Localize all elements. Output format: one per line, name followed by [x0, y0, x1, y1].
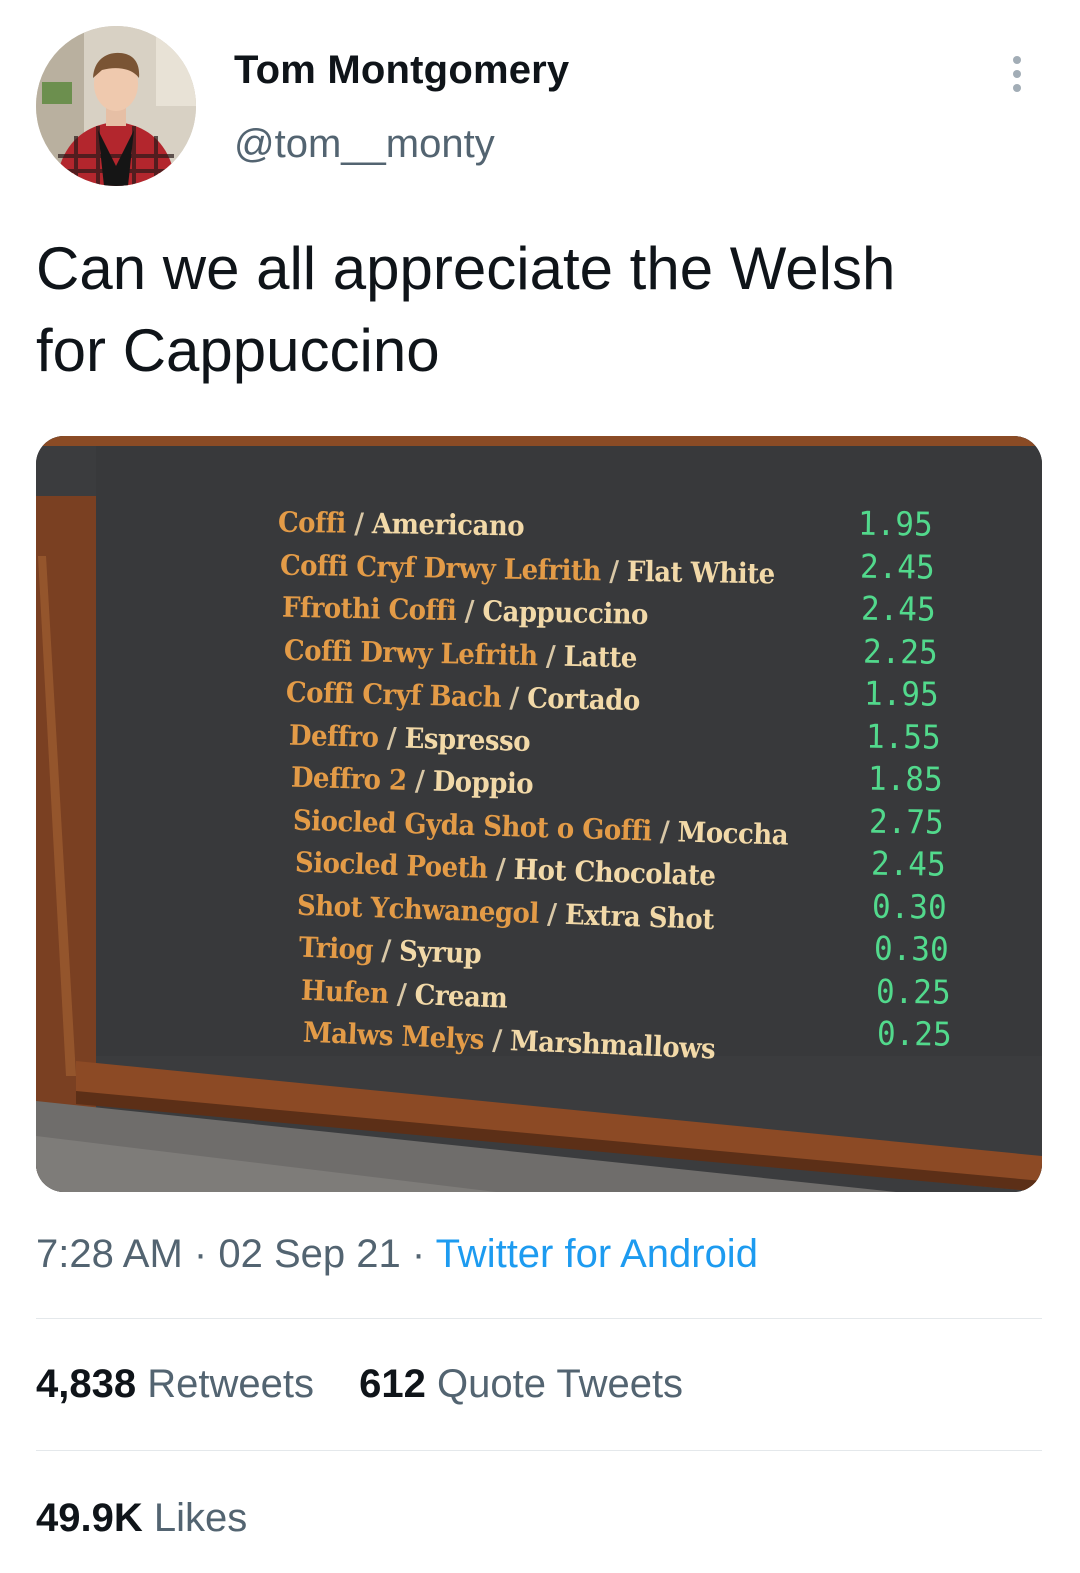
retweets-stat[interactable]: 4,838 Retweets	[36, 1362, 314, 1407]
tweet-photo[interactable]: Coffi / Americano 1.95 Coffi Cryf Drwy Lef…	[36, 436, 1042, 1192]
menu-item-welsh: Triog	[298, 931, 374, 967]
menu-item-price: 2.25	[862, 632, 938, 672]
menu-item-separator: /	[600, 555, 628, 588]
engagement-stats: 4,838 Retweets 612 Quote Tweets	[36, 1362, 717, 1407]
more-options-icon[interactable]	[1000, 52, 1034, 96]
menu-item-separator: /	[405, 765, 433, 799]
menu-item-price: 1.55	[865, 717, 941, 757]
menu-item-separator: /	[456, 595, 483, 629]
menu-item-english: Americano	[371, 508, 525, 544]
meta-separator: ·	[193, 1232, 208, 1276]
menu-item-price: 0.30	[873, 929, 949, 970]
menu-item-separator: /	[388, 977, 416, 1012]
menu-item-price: 2.45	[859, 547, 935, 587]
menu-item-english: Extra Shot	[564, 898, 715, 937]
tweet-text: Can we all appreciate the Welsh for Capp…	[36, 228, 1036, 392]
menu-item-price: 2.45	[860, 589, 937, 630]
menu-item-english: Flat White	[626, 555, 776, 591]
menu-item: Deffro 2 / Doppio	[290, 762, 533, 801]
menu-item-welsh: Coffi Cryf Drwy Lefrith	[279, 549, 602, 588]
menu-item-english: Syrup	[398, 935, 482, 971]
menu-item-price: 2.75	[868, 802, 945, 842]
menu-item-separator: /	[538, 897, 566, 931]
menu-item-welsh: Hufen	[300, 974, 390, 1011]
menu-item-welsh: Ffrothi Coffi	[281, 591, 457, 628]
menu-item: Triog / Syrup	[298, 932, 481, 971]
divider	[36, 1450, 1042, 1451]
likes-label: Likes	[153, 1496, 248, 1540]
menu-item-welsh: Siocled Poeth	[294, 846, 488, 886]
likes-stat[interactable]: 49.9K Likes	[36, 1496, 247, 1541]
author-name[interactable]: Tom Montgomery	[234, 48, 569, 93]
menu-item-separator: /	[345, 507, 373, 541]
menu-item-separator: /	[501, 681, 528, 716]
tweet-text-line-2: for Cappuccino	[36, 317, 440, 384]
menu-item-welsh: Coffi Drwy Lefrith	[283, 634, 539, 673]
menu-item-english: Hot Chocolate	[512, 853, 716, 893]
menu-item-welsh: Deffro	[288, 719, 379, 755]
menu-item-english: Cortado	[527, 682, 641, 718]
menu-item-separator: /	[537, 639, 565, 673]
menu-item-price: 1.95	[864, 674, 940, 715]
menu-item-welsh: Coffi Cryf Bach	[286, 676, 502, 715]
menu-item-separator: /	[486, 853, 514, 887]
tweet-date[interactable]: 02 Sep 21	[218, 1232, 400, 1276]
tweet-time[interactable]: 7:28 AM	[36, 1232, 183, 1276]
retweets-count: 4,838	[36, 1362, 137, 1406]
divider	[36, 1318, 1042, 1319]
avatar-photo	[36, 26, 196, 186]
menu-item-price: 0.25	[875, 972, 951, 1012]
quote-tweets-label: Quote Tweets	[436, 1362, 684, 1406]
author-handle[interactable]: @tom__monty	[234, 122, 495, 167]
retweets-label: Retweets	[147, 1362, 314, 1406]
menu-item-welsh: Coffi	[277, 506, 347, 541]
menu-item-english: Latte	[563, 640, 638, 675]
menu-item-welsh: Deffro 2	[290, 761, 407, 798]
menu-item-price: 2.45	[870, 844, 946, 885]
menu-item-price: 1.85	[867, 759, 943, 800]
quote-tweets-count: 612	[359, 1362, 426, 1406]
menu-item-english: Moccha	[676, 815, 789, 852]
menu-item-price: 0.25	[876, 1014, 953, 1055]
menu-item: Deffro / Espresso	[288, 719, 530, 758]
menu-item-separator: /	[483, 1024, 511, 1058]
author-avatar[interactable]	[36, 26, 196, 186]
tweet-meta: 7:28 AM · 02 Sep 21 · Twitter for Androi…	[36, 1232, 758, 1277]
quote-tweets-stat[interactable]: 612 Quote Tweets	[359, 1362, 683, 1407]
menu-item: Coffi / Americano	[278, 507, 525, 543]
tweet-source-link[interactable]: Twitter for Android	[436, 1232, 758, 1276]
tweet-text-line-1: Can we all appreciate the Welsh	[36, 235, 896, 302]
menu-item-price: 1.95	[857, 504, 933, 545]
menu-item-english: Cappuccino	[482, 595, 649, 632]
menu-item-english: Espresso	[403, 722, 530, 759]
menu-item-separator: /	[377, 721, 405, 755]
menu-item-price: 0.30	[872, 887, 948, 927]
menu-item-separator: /	[650, 815, 678, 849]
likes-count: 49.9K	[36, 1496, 143, 1540]
menu-item-english: Doppio	[431, 765, 534, 802]
meta-separator: ·	[411, 1232, 426, 1276]
menu-item-separator: /	[372, 934, 400, 968]
menu-item-english: Cream	[414, 978, 509, 1015]
